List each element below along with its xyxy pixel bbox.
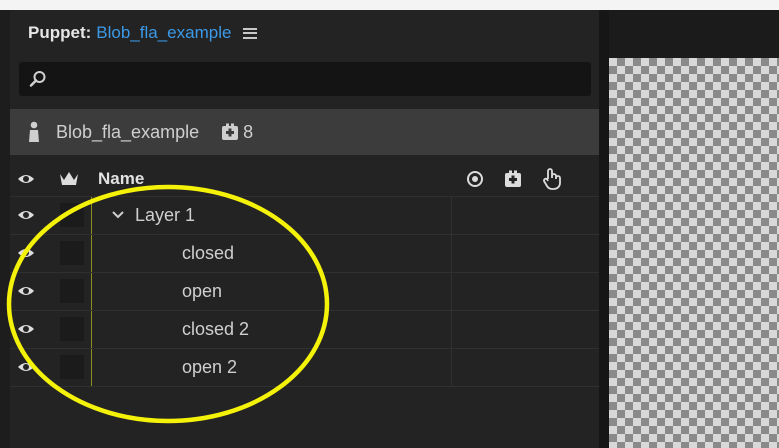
name-column-header[interactable]: Name [98, 162, 144, 196]
eye-icon[interactable] [17, 359, 35, 375]
solo-toggle[interactable] [60, 317, 84, 341]
trigger-column-header[interactable] [542, 162, 562, 196]
handle-icon [222, 123, 239, 140]
layer-indent-line [91, 311, 92, 348]
layer-row[interactable]: open [10, 273, 599, 311]
solo-toggle[interactable] [60, 241, 84, 265]
search-icon [29, 71, 46, 87]
tag-icon [505, 170, 521, 187]
origin-column-header[interactable] [466, 162, 484, 196]
layer-label: closed [182, 243, 235, 263]
layer-indent-line [91, 273, 92, 310]
layer-label: Layer 1 [135, 205, 196, 225]
layer-indent-line [91, 235, 92, 272]
eye-icon[interactable] [17, 245, 35, 261]
layer-row[interactable]: open 2 [10, 349, 599, 387]
layer-row[interactable]: closed [10, 235, 599, 273]
visibility-column-header[interactable] [17, 162, 35, 196]
panel-title-bar: Puppet: Blob_fla_example [10, 10, 599, 56]
top-strip [0, 0, 779, 10]
target-icon [467, 171, 483, 187]
layer-row[interactable]: Layer 1 [10, 197, 599, 235]
eye-icon[interactable] [17, 321, 35, 337]
handle-count: 8 [243, 121, 254, 142]
layer-indent-line [91, 349, 92, 386]
puppet-icon [29, 121, 39, 142]
chevron-down-icon[interactable] [112, 210, 124, 220]
panel-title-label: Puppet: [28, 23, 92, 42]
solo-column-header[interactable] [59, 162, 79, 196]
tag-column-header[interactable] [504, 162, 522, 196]
layer-label: open 2 [182, 357, 238, 377]
search-input[interactable] [19, 62, 591, 96]
column-header-row: Name [10, 162, 599, 197]
column-separator [451, 197, 452, 234]
crown-icon [60, 172, 78, 185]
eye-icon[interactable] [17, 283, 35, 299]
solo-toggle[interactable] [60, 279, 84, 303]
column-separator [451, 349, 452, 386]
hand-icon [543, 168, 561, 190]
column-separator [451, 311, 452, 348]
hamburger-icon[interactable] [243, 27, 258, 39]
column-separator [451, 273, 452, 310]
solo-toggle[interactable] [60, 355, 84, 379]
layer-label: closed 2 [182, 319, 250, 339]
eye-icon [18, 175, 34, 183]
puppet-name: Blob_fla_example [56, 121, 200, 142]
column-separator [451, 235, 452, 272]
puppet-info-row: Blob_fla_example 8 [10, 109, 599, 155]
layer-label: open [182, 281, 223, 301]
solo-toggle[interactable] [60, 203, 84, 227]
layer-row[interactable]: closed 2 [10, 311, 599, 349]
panel-divider[interactable] [599, 10, 609, 448]
eye-icon[interactable] [17, 207, 35, 223]
layer-indent-line [91, 197, 92, 234]
puppet-link[interactable]: Blob_fla_example [96, 23, 231, 43]
transparency-checkerboard [609, 58, 779, 448]
